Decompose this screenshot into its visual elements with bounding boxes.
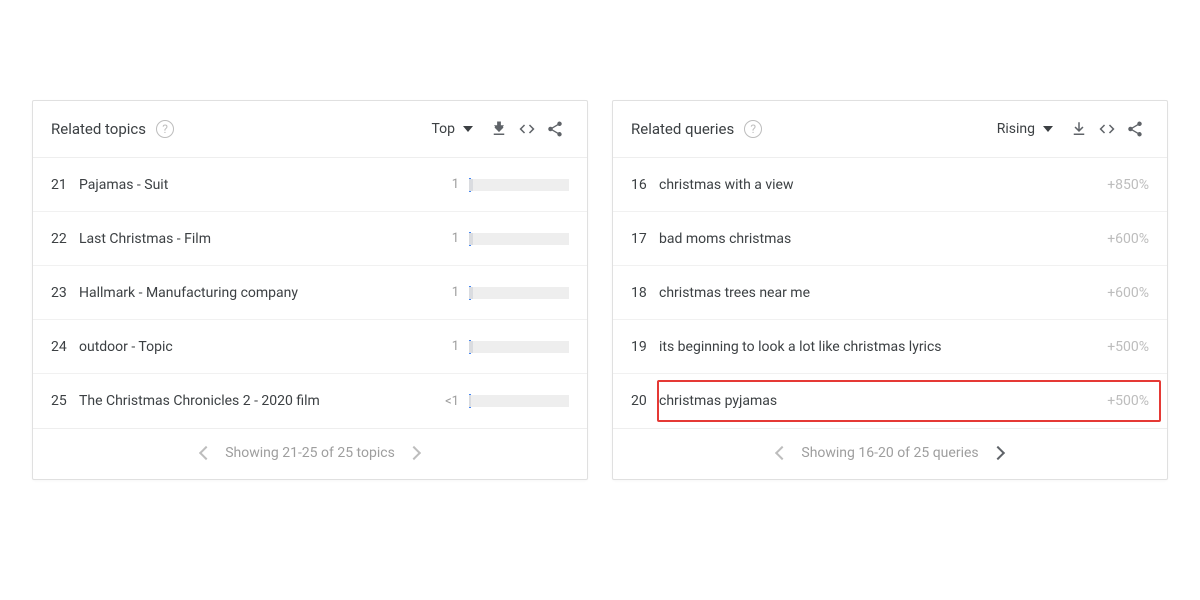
help-icon[interactable]: ? <box>156 120 174 138</box>
row-rank: 20 <box>631 393 659 409</box>
row-label[interactable]: The Christmas Chronicles 2 - 2020 film <box>79 393 435 409</box>
row-percent: +600% <box>1107 285 1149 301</box>
card-title: Related queries <box>631 120 734 138</box>
share-icon[interactable] <box>1121 115 1149 143</box>
chevron-down-icon <box>1043 126 1053 132</box>
row-rank: 21 <box>51 177 79 193</box>
prev-page-button[interactable] <box>775 446 789 460</box>
table-row: 21Pajamas - Suit1 <box>33 158 587 212</box>
sort-label: Top <box>431 121 455 137</box>
row-percent: +850% <box>1107 177 1149 193</box>
table-row: 24outdoor - Topic1 <box>33 320 587 374</box>
row-label[interactable]: Pajamas - Suit <box>79 177 435 193</box>
row-rank: 25 <box>51 393 79 409</box>
row-rank: 16 <box>631 177 659 193</box>
row-label[interactable]: Last Christmas - Film <box>79 231 435 247</box>
pagination-text: Showing 21-25 of 25 topics <box>225 445 395 461</box>
card-footer: Showing 16-20 of 25 queries <box>613 428 1167 479</box>
row-percent: +500% <box>1107 393 1149 409</box>
row-bar <box>469 179 569 191</box>
row-label[interactable]: its beginning to look a lot like christm… <box>659 339 1107 355</box>
table-row: 22Last Christmas - Film1 <box>33 212 587 266</box>
related-topics-card: Related topics ? Top 21Pajamas - Suit122… <box>32 100 588 480</box>
row-label[interactable]: outdoor - Topic <box>79 339 435 355</box>
embed-icon[interactable] <box>1093 115 1121 143</box>
queries-list: 16christmas with a view+850%17bad moms c… <box>613 158 1167 428</box>
sort-dropdown[interactable]: Rising <box>997 121 1053 137</box>
download-icon[interactable] <box>485 115 513 143</box>
row-label[interactable]: bad moms christmas <box>659 231 1107 247</box>
row-rank: 22 <box>51 231 79 247</box>
table-row: 25The Christmas Chronicles 2 - 2020 film… <box>33 374 587 428</box>
row-value: <1 <box>435 394 459 409</box>
table-row: 19its beginning to look a lot like chris… <box>613 320 1167 374</box>
row-rank: 18 <box>631 285 659 301</box>
pagination-text: Showing 16-20 of 25 queries <box>801 445 978 461</box>
row-label[interactable]: Hallmark - Manufacturing company <box>79 285 435 301</box>
row-value: 1 <box>435 177 459 192</box>
row-percent: +600% <box>1107 231 1149 247</box>
table-row: 18christmas trees near me+600% <box>613 266 1167 320</box>
embed-icon[interactable] <box>513 115 541 143</box>
sort-dropdown[interactable]: Top <box>431 121 473 137</box>
row-rank: 17 <box>631 231 659 247</box>
card-footer: Showing 21-25 of 25 topics <box>33 428 587 479</box>
sort-label: Rising <box>997 121 1035 137</box>
related-queries-card: Related queries ? Rising 16christmas wit… <box>612 100 1168 480</box>
table-row: 16christmas with a view+850% <box>613 158 1167 212</box>
help-icon[interactable]: ? <box>744 120 762 138</box>
row-label[interactable]: christmas with a view <box>659 177 1107 193</box>
row-label[interactable]: christmas trees near me <box>659 285 1107 301</box>
card-header: Related topics ? Top <box>33 101 587 158</box>
download-icon[interactable] <box>1065 115 1093 143</box>
prev-page-button[interactable] <box>199 446 213 460</box>
row-value: 1 <box>435 339 459 354</box>
row-rank: 19 <box>631 339 659 355</box>
next-page-button[interactable] <box>991 446 1005 460</box>
row-value: 1 <box>435 231 459 246</box>
row-percent: +500% <box>1107 339 1149 355</box>
row-value: 1 <box>435 285 459 300</box>
table-row: 23Hallmark - Manufacturing company1 <box>33 266 587 320</box>
table-row: 20christmas pyjamas+500% <box>613 374 1167 428</box>
row-rank: 23 <box>51 285 79 301</box>
card-header: Related queries ? Rising <box>613 101 1167 158</box>
card-title: Related topics <box>51 120 146 138</box>
topics-list: 21Pajamas - Suit122Last Christmas - Film… <box>33 158 587 428</box>
row-bar <box>469 395 569 407</box>
row-label[interactable]: christmas pyjamas <box>659 393 1107 409</box>
row-bar <box>469 233 569 245</box>
row-bar <box>469 341 569 353</box>
table-row: 17bad moms christmas+600% <box>613 212 1167 266</box>
row-rank: 24 <box>51 339 79 355</box>
row-bar <box>469 287 569 299</box>
share-icon[interactable] <box>541 115 569 143</box>
next-page-button[interactable] <box>407 446 421 460</box>
chevron-down-icon <box>463 126 473 132</box>
